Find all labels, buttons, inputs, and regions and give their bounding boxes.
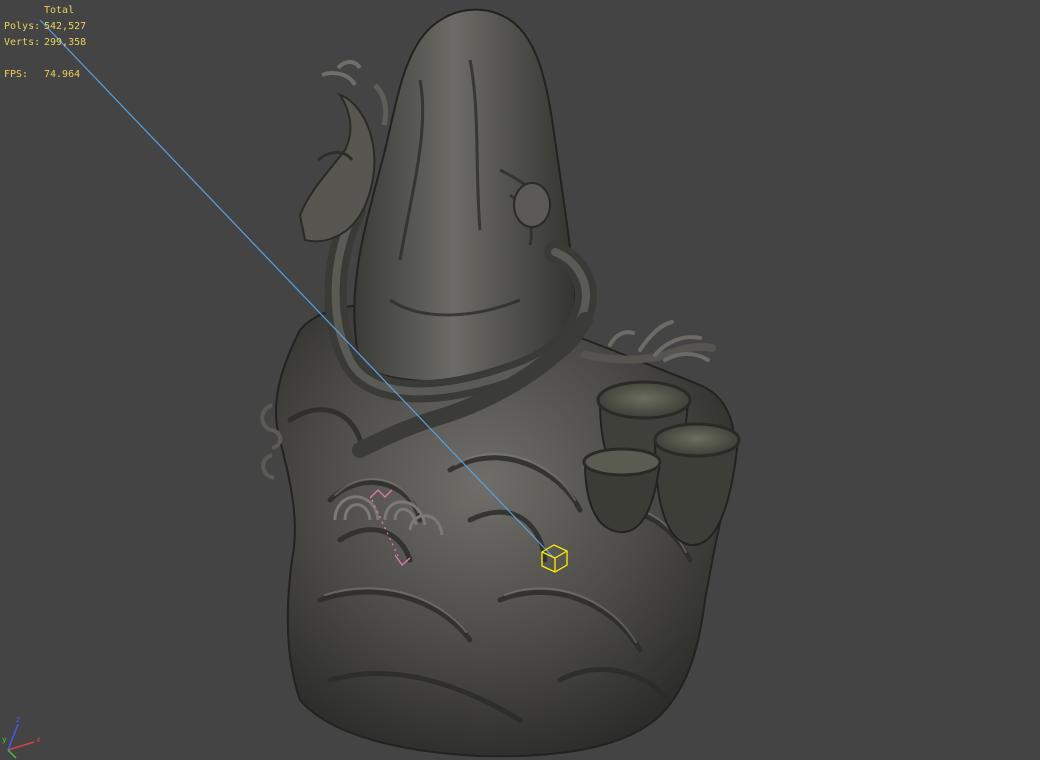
verts-label: Verts: [4, 37, 41, 48]
stats-verts: Verts: 299,358 [4, 35, 86, 51]
fps-label: FPS: [4, 69, 29, 80]
viewport-statistics: Total Polys: 542,527 Verts: 299,358 FPS: 74… [4, 3, 86, 83]
axis-gizmo-icon: x z y [2, 715, 41, 759]
peak-knot [513, 182, 551, 228]
stats-title: Total [44, 5, 75, 16]
axis-y-label: y [2, 735, 7, 744]
stats-fps: FPS: 74.964 [4, 67, 86, 83]
verts-value: 299,358 [44, 37, 87, 48]
axis-z-label: z [16, 715, 20, 724]
axis-x-label: x [36, 735, 41, 744]
viewport-scene[interactable] [0, 0, 1040, 760]
3d-viewport[interactable]: Total Polys: 542,527 Verts: 299,358 FPS: 74… [0, 0, 1040, 760]
polys-label: Polys: [4, 21, 41, 32]
polys-value: 542,527 [44, 21, 87, 32]
stats-polys: Polys: 542,527 [4, 19, 86, 35]
fps-value: 74.964 [44, 69, 81, 80]
dragon-tail [581, 320, 716, 364]
